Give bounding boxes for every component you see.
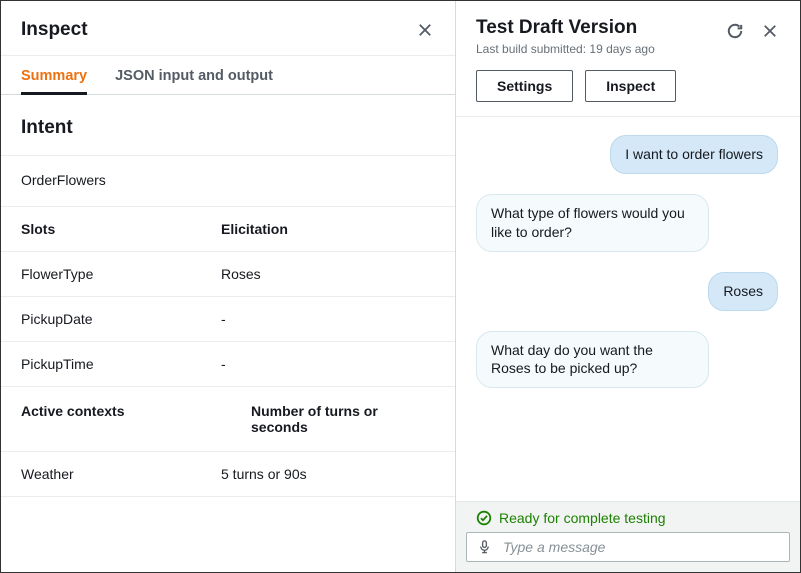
slot-name: PickupDate <box>21 311 221 327</box>
slot-row: PickupDate - <box>1 297 455 342</box>
tab-json[interactable]: JSON input and output <box>115 56 273 94</box>
intent-heading: Intent <box>21 117 435 139</box>
context-row: Weather 5 turns or 90s <box>1 452 455 497</box>
refresh-icon[interactable] <box>726 22 744 40</box>
input-bar <box>456 532 800 572</box>
slots-heading: Slots <box>21 221 221 237</box>
inspect-panel: Inspect Summary JSON input and output In… <box>1 1 456 572</box>
message-input[interactable] <box>503 539 779 555</box>
slot-value: - <box>221 356 435 372</box>
status-bar: Ready for complete testing <box>456 501 800 532</box>
inspect-tabs: Summary JSON input and output <box>1 55 455 95</box>
test-title: Test Draft Version <box>476 17 655 39</box>
chat-message-user: I want to order flowers <box>610 135 778 174</box>
intent-name: OrderFlowers <box>1 156 455 207</box>
slots-table: Slots Elicitation FlowerType Roses Picku… <box>1 207 455 387</box>
slot-value: - <box>221 311 435 327</box>
turns-heading: Number of turns or seconds <box>251 403 411 435</box>
chat-message-bot: What type of flowers would you like to o… <box>476 194 709 252</box>
inspect-body: Intent OrderFlowers Slots Elicitation Fl… <box>1 95 455 572</box>
tab-summary[interactable]: Summary <box>21 56 87 95</box>
chat-message-user: Roses <box>708 272 778 311</box>
slot-name: FlowerType <box>21 266 221 282</box>
status-text: Ready for complete testing <box>499 510 666 526</box>
slot-name: PickupTime <box>21 356 221 372</box>
chat-message-bot: What day do you want the Roses to be pic… <box>476 331 709 389</box>
slot-row: FlowerType Roses <box>1 252 455 297</box>
inspect-title: Inspect <box>21 19 88 41</box>
chat-area: I want to order flowers What type of flo… <box>456 116 800 501</box>
elicitation-heading: Elicitation <box>221 221 435 237</box>
close-icon[interactable] <box>415 20 435 40</box>
success-icon <box>476 510 492 526</box>
settings-button[interactable]: Settings <box>476 70 573 102</box>
microphone-icon[interactable] <box>477 539 493 555</box>
contexts-heading: Active contexts <box>21 403 251 419</box>
close-icon[interactable] <box>760 21 780 41</box>
inspect-button[interactable]: Inspect <box>585 70 676 102</box>
slot-row: PickupTime - <box>1 342 455 387</box>
test-subtitle: Last build submitted: 19 days ago <box>476 42 655 56</box>
test-panel: Test Draft Version Last build submitted:… <box>456 1 800 572</box>
context-turns: 5 turns or 90s <box>221 466 435 482</box>
slot-value: Roses <box>221 266 435 282</box>
context-name: Weather <box>21 466 221 482</box>
